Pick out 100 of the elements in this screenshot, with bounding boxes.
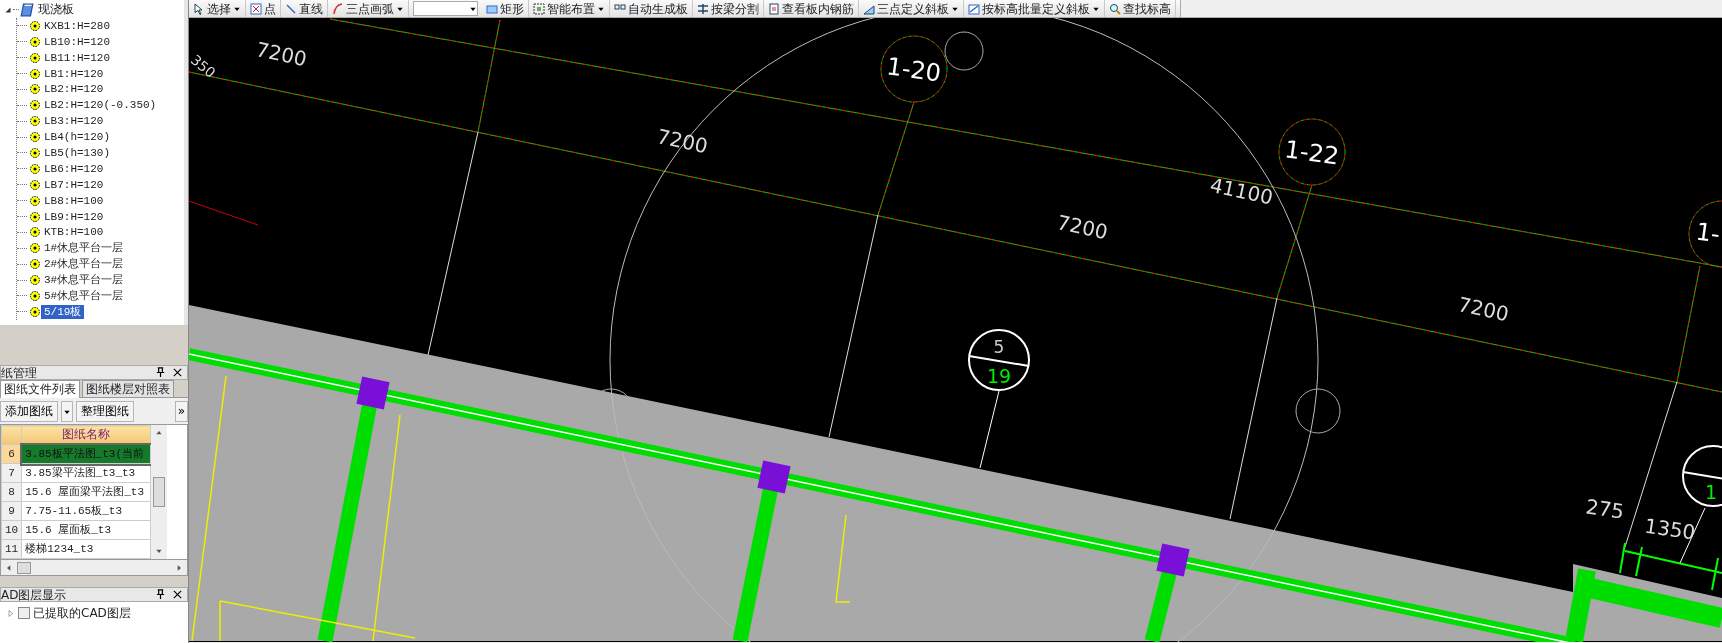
dimension-label: 1350	[1643, 513, 1697, 545]
column	[1156, 543, 1190, 577]
tree-item[interactable]: LB5(h=130)	[41, 145, 113, 160]
toolbar-button[interactable]: 选择	[189, 0, 246, 17]
scroll-thumb[interactable]	[17, 561, 31, 574]
combo-field[interactable]	[413, 1, 478, 16]
axis-circle	[1278, 118, 1346, 186]
horizontal-scrollbar[interactable]	[0, 560, 188, 576]
tag-label: 1	[1705, 481, 1718, 503]
gear-icon	[29, 99, 41, 112]
row-number: 10	[1, 520, 22, 540]
column	[356, 376, 390, 410]
arrow-left-icon	[5, 563, 13, 572]
tab[interactable]: 图纸楼层对照表	[82, 380, 174, 397]
gear-icon	[29, 146, 41, 159]
row-number: 6	[1, 444, 22, 464]
row-number: 11	[1, 539, 22, 559]
gear-icon	[29, 210, 41, 223]
gear-icon	[29, 178, 41, 191]
toolbar-button[interactable]: 矩形	[482, 0, 529, 17]
toolbar-button[interactable]: 查找标高	[1105, 0, 1176, 17]
gear-icon	[29, 226, 41, 239]
arrow-right-icon	[175, 563, 183, 572]
slope-icon	[968, 2, 980, 15]
row-number: 9	[1, 501, 22, 521]
toolbar-button[interactable]: 直线	[281, 0, 328, 17]
gear-icon	[29, 51, 41, 64]
more-button[interactable]: »	[174, 401, 188, 422]
toolbar-button[interactable]: 查看板内钢筋	[764, 0, 859, 17]
rectangle-icon	[486, 2, 498, 15]
arrow-up-icon	[155, 429, 163, 437]
tree-item[interactable]: KXB1:H=280	[41, 18, 113, 33]
vertical-scrollbar[interactable]	[151, 425, 167, 559]
line-icon	[285, 2, 297, 15]
pointer-icon	[193, 2, 205, 15]
gear-icon	[29, 131, 41, 144]
tree-item[interactable]: 5/19板	[41, 304, 85, 319]
gear-icon	[29, 258, 41, 271]
grid-line	[189, 200, 259, 226]
split-icon	[697, 2, 709, 15]
tree-item[interactable]: 1#休息平台一层	[41, 241, 127, 256]
tree-item[interactable]: KTB:H=100	[41, 225, 107, 240]
toolbar-button[interactable]: 自动生成板	[610, 0, 693, 17]
gear-icon	[29, 115, 41, 128]
gear-icon	[29, 67, 41, 80]
gear-icon	[29, 289, 41, 302]
dimension-label: 350	[189, 51, 219, 81]
toolbar-button[interactable]: 三点定义斜板	[859, 0, 964, 17]
tree-item[interactable]: LB10:H=120	[41, 34, 113, 49]
gear-icon	[29, 35, 41, 48]
scroll-thumb[interactable]	[153, 477, 165, 507]
tree-item[interactable]: LB2:H=120	[41, 82, 107, 97]
toolbar-button[interactable]: 整理图纸	[76, 401, 134, 422]
divider-line	[968, 355, 1030, 367]
arc-icon	[332, 2, 344, 15]
tree-item[interactable]: LB1:H=120	[41, 66, 107, 81]
tree-item[interactable]: LB8:H=100	[41, 193, 107, 208]
gear-icon	[29, 194, 41, 207]
dimension-label: 275	[1584, 494, 1626, 524]
gear-icon	[29, 83, 41, 96]
gear-icon	[29, 242, 41, 255]
point-icon	[250, 2, 262, 15]
checkbox[interactable]	[18, 607, 30, 619]
toolbar-button[interactable]: 按梁分割	[693, 0, 764, 17]
tree-item[interactable]: 2#休息平台一层	[41, 257, 127, 272]
tree-item[interactable]: LB3:H=120	[41, 114, 107, 129]
axis-label: 1-22	[1282, 135, 1341, 171]
dropdown-button[interactable]	[61, 401, 73, 422]
tree-item[interactable]: LB4(h=120)	[41, 130, 113, 145]
pin-icon	[155, 589, 166, 600]
tree-item[interactable]: 3#休息平台一层	[41, 273, 127, 288]
tree-item[interactable]: LB2:H=120(-0.350)	[41, 98, 160, 113]
tree-item[interactable]: LB9:H=120	[41, 209, 107, 224]
toolbar-button[interactable]: 点	[246, 0, 281, 17]
dimension-label: 7200	[655, 124, 710, 159]
toolbar-button[interactable]: 按标高批量定义斜板	[964, 0, 1105, 17]
toolbar-button[interactable]: 智能布置	[529, 0, 610, 17]
row-number: 7	[1, 463, 22, 483]
close-icon[interactable]	[172, 589, 183, 600]
tree-item[interactable]: LB11:H=120	[41, 50, 113, 65]
slope-icon	[863, 2, 875, 15]
tag-label: 19	[986, 365, 1012, 387]
tree-item[interactable]: LB7:H=120	[41, 177, 107, 192]
tab[interactable]: 图纸文件列表	[0, 380, 80, 398]
axis-label: 1-	[1694, 217, 1722, 249]
panel-title: 纸管理	[1, 364, 37, 382]
axis-circle	[880, 35, 948, 103]
arrow-down-icon	[155, 547, 163, 555]
tag-label: 5	[993, 337, 1005, 357]
close-icon[interactable]	[172, 367, 183, 378]
toolbar-button[interactable]: 添加图纸	[0, 401, 58, 422]
tree-item[interactable]: 现浇板	[35, 2, 77, 17]
row-number: 8	[1, 482, 22, 502]
gear-icon	[29, 305, 41, 318]
toolbar-button[interactable]: 三点画弧	[328, 0, 409, 17]
tree-item[interactable]: 5#休息平台一层	[41, 288, 127, 303]
tree-item[interactable]: LB6:H=120	[41, 161, 107, 176]
dimension-label: 41100	[1207, 172, 1276, 210]
magnifier-icon	[1109, 2, 1121, 15]
document-icon	[768, 2, 780, 15]
